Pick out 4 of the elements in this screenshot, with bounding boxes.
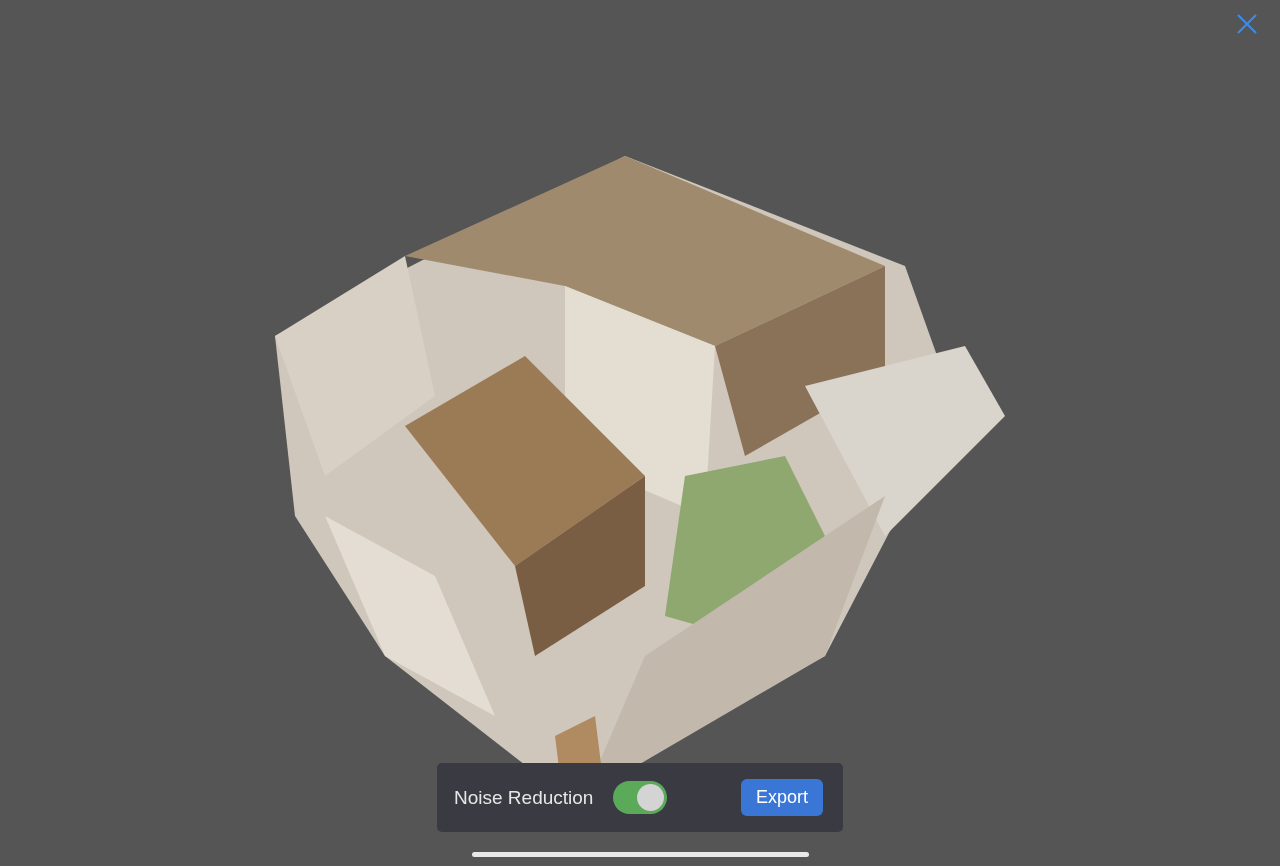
noise-reduction-toggle[interactable] [613,781,668,814]
close-icon [1236,13,1258,35]
export-button[interactable]: Export [740,779,823,816]
noise-reduction-label: Noise Reduction [454,786,594,809]
